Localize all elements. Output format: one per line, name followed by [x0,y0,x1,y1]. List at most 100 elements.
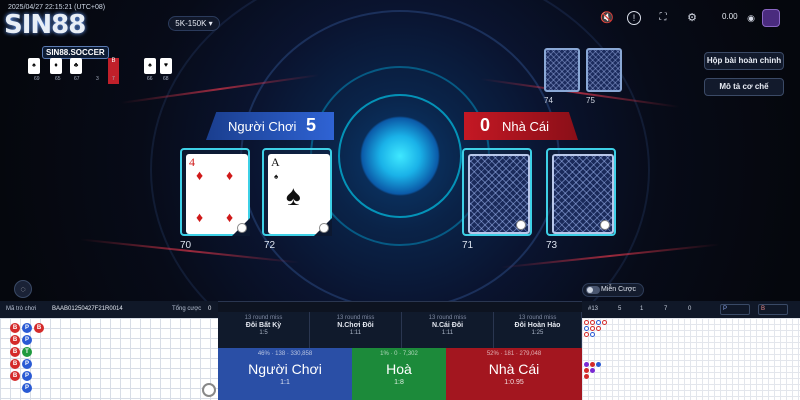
road-tie: T [22,347,32,357]
side-bet-odds: 1:25 [531,330,544,336]
road-marker [590,320,595,325]
card-number: 70 [180,240,192,251]
road-settings-icon[interactable] [202,383,216,397]
road-banker: B [10,347,20,357]
mechanism-description-button[interactable]: Mô tả cơ chế [704,78,784,96]
diamond-icon: ♦ [226,209,234,225]
bet-odds: 1:8 [394,379,404,386]
road-player: P [22,335,32,345]
history-number: 69 [34,76,40,82]
history-card: ♦ [50,58,62,74]
road-marker [584,320,589,325]
history-card: ♥ [160,58,172,74]
predict-player-button[interactable]: P [720,304,750,315]
road-marker [590,368,595,373]
player-card-slot: A ♠ ♠ [262,148,332,236]
settings-icon[interactable]: ⚙ [685,11,699,25]
history-number: 65 [55,76,61,82]
bet-banker-area[interactable]: 52% · 181 · 279,048 Nhà Cái 1:0.95 [446,348,582,400]
road-banker: B [10,323,20,333]
squeeze-card[interactable] [586,48,622,92]
table-info-bar: Mã trò chơi BAAB01250427F21R0014 Tổng cư… [0,301,218,318]
squeeze-card[interactable] [544,48,580,92]
coin-icon: ◉ [747,13,755,23]
full-shoe-button[interactable]: Hộp bài hoàn chỉnh [704,52,784,70]
side-bet-miss: 13 round miss [518,315,557,321]
table-id-label: Mã trò chơi [6,306,37,312]
history-card: ♣ [70,58,82,74]
bet-stats: 52% · 181 · 279,048 [486,351,542,357]
bet-name: Hoà [386,361,412,377]
predict-banker-button[interactable]: B [758,304,788,315]
bet-limit-selector[interactable]: 5K-150K ▾ [168,16,220,31]
diamond-icon: ♦ [196,209,204,225]
side-bet-odds: 1:5 [259,330,268,336]
banker-card-slot [462,148,532,236]
squeeze-card-number: 74 [544,96,553,105]
history-number: 3 [96,76,99,82]
squeeze-card-number: 75 [586,96,595,105]
total-bet-label: Tổng cược [172,306,202,312]
tie-count: 7 [664,306,668,312]
side-bet-odds: 1:11 [441,330,454,336]
player-card-slot: 4 ♦ ♦ ♦ ♦ [180,148,250,236]
card-number: 73 [546,240,558,251]
bet-player-area[interactable]: 46% · 138 · 330,858 Người Chơi 1:1 [218,348,352,400]
history-number: 68 [163,76,169,82]
road-marker [602,320,607,325]
bet-limit-label: 5K-150K [175,19,207,28]
side-bet-any-pair[interactable]: 13 round miss Đôi Bất Kỳ 1:5 [218,312,310,348]
round-number: #13 [588,306,599,312]
table-id: BAAB01250427F21R0014 [52,306,123,312]
toggle-switch[interactable] [586,286,600,294]
side-bet-perfect-pair[interactable]: 13 round miss Đôi Hoàn Hảo 1:25 [494,312,582,348]
banker-win-count: 5 [618,306,622,312]
card-number: 71 [462,240,474,251]
card-number: 72 [264,240,276,251]
history-card: ♠ [28,58,40,74]
bead-road: B P B B P T B P B P B P [0,318,218,400]
card-ace-of-spades: A ♠ ♠ [268,154,332,236]
road-marker [596,326,601,331]
balance: 0.00 [722,12,738,21]
spade-icon: ♠ [286,180,301,211]
banker-card-slot [546,148,616,236]
road-marker [584,326,589,331]
card-rank: 4 [189,155,195,169]
pair-count: 0 [688,306,692,312]
road-marker [596,362,601,367]
total-bet: 0 [208,306,212,312]
avatar[interactable] [762,9,780,27]
history-number: 7 [112,76,115,82]
card-info-dot [237,223,247,233]
road-marker [590,332,595,337]
commission-label: Miễn Cược [601,286,636,293]
card-info-dot [600,220,610,230]
chat-icon[interactable]: ◌ [14,280,32,298]
banker-score: 0 [480,115,491,135]
history-number: 67 [74,76,80,82]
mute-icon[interactable]: 🔇 [600,11,614,25]
side-bet-player-pair[interactable]: 13 round miss N.Chơi Đôi 1:11 [310,312,402,348]
side-bet-name: Đôi Hoàn Hảo [514,322,561,329]
card-rank: A [271,155,280,169]
bet-odds: 1:1 [280,379,290,386]
road-player: P [22,323,32,333]
road-marker [590,362,595,367]
road-player: P [22,359,32,369]
card-four-of-diamonds: 4 ♦ ♦ ♦ ♦ [186,154,250,236]
road-marker [584,332,589,337]
history-card: ♠ [144,58,156,74]
diamond-icon: ♦ [226,167,234,183]
side-bet-miss: 13 round miss [428,315,467,321]
side-bet-banker-pair[interactable]: 13 round miss N.Cái Đôi 1:11 [402,312,494,348]
side-bet-name: N.Cái Đôi [431,322,464,329]
bet-tie-area[interactable]: 1% · 0 · 7,302 Hoà 1:8 [352,348,446,400]
info-icon[interactable]: ! [627,11,641,25]
bet-name: Người Chơi [248,361,322,377]
card-info-dot [516,220,526,230]
fullscreen-icon[interactable]: ⛶ [656,11,670,25]
side-bet-name: Đôi Bất Kỳ [245,322,282,329]
road-stats-bar: #13 5 1 7 0 P B [582,301,800,318]
big-road [582,318,800,400]
